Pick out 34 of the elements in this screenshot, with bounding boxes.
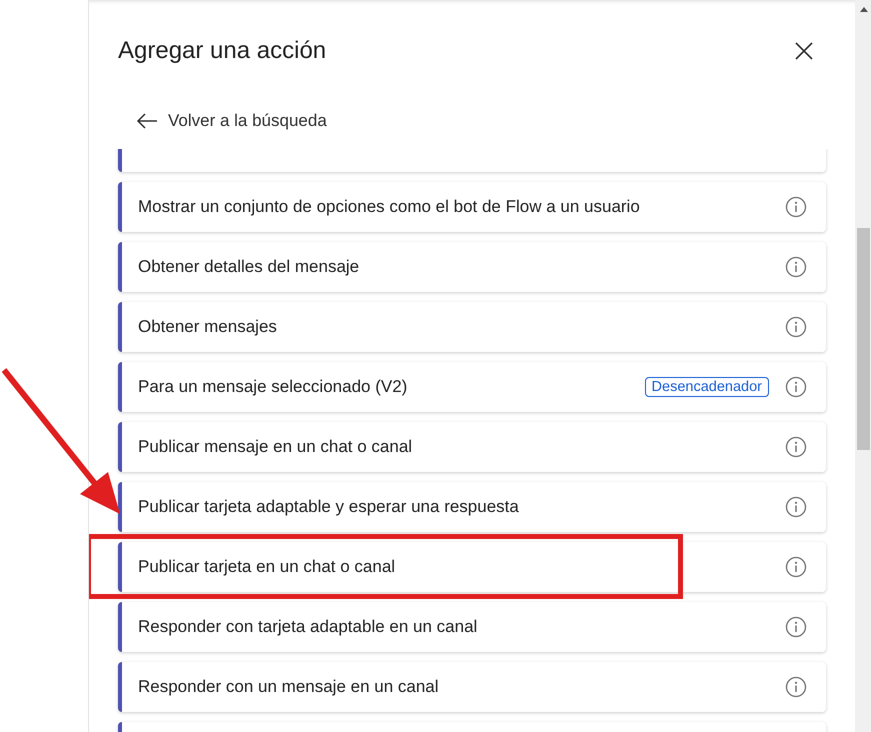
action-label: Mostrar un conjunto de opciones como el bot de Flow a un usuario bbox=[138, 197, 641, 217]
back-link[interactable]: Volver a la búsqueda bbox=[136, 108, 855, 134]
info-icon[interactable] bbox=[785, 196, 807, 218]
scrollbar-thumb[interactable] bbox=[857, 228, 870, 450]
info-icon[interactable] bbox=[785, 616, 807, 638]
action-item[interactable]: Mostrar un conjunto de opciones como el bot de Flow a un usuario bbox=[118, 182, 826, 232]
action-label: Responder con un mensaje en un canal bbox=[138, 677, 440, 697]
back-arrow-icon bbox=[136, 113, 158, 129]
action-item[interactable]: Responder con tarjeta adaptable en un canal bbox=[118, 602, 826, 652]
action-label: Obtener mensajes bbox=[138, 317, 278, 337]
trigger-badge: Desencadenador bbox=[644, 377, 769, 397]
info-icon[interactable] bbox=[785, 256, 807, 278]
action-label: Obtener detalles del mensaje bbox=[138, 257, 360, 277]
action-item[interactable]: Obtener mensajes bbox=[118, 302, 826, 352]
action-label: Publicar mensaje en un chat o canal bbox=[138, 437, 414, 457]
action-label: Publicar tarjeta adaptable y esperar una respuesta bbox=[138, 497, 520, 517]
action-item[interactable]: Obtener detalles del mensaje bbox=[118, 242, 826, 292]
action-item[interactable]: Para un mensaje seleccionado (V2) Desencadenador bbox=[118, 362, 826, 412]
info-icon[interactable] bbox=[785, 496, 807, 518]
panel-title: Agregar una acción bbox=[118, 37, 326, 65]
action-item[interactable]: Publicar tarjeta en un chat o canal bbox=[118, 542, 826, 592]
action-label: Para un mensaje seleccionado (V2) bbox=[138, 377, 408, 397]
action-label: Publicar tarjeta en un chat o canal bbox=[138, 557, 396, 577]
info-icon[interactable] bbox=[785, 316, 807, 338]
info-icon[interactable] bbox=[785, 436, 807, 458]
action-label: Responder con tarjeta adaptable en un canal bbox=[138, 617, 478, 637]
info-icon[interactable] bbox=[785, 556, 807, 578]
info-icon[interactable] bbox=[785, 376, 807, 398]
close-icon[interactable] bbox=[795, 42, 813, 60]
scroll-up-icon[interactable] bbox=[860, 6, 868, 12]
info-icon[interactable] bbox=[785, 676, 807, 698]
action-item[interactable]: Publicar mensaje en un chat o canal bbox=[118, 422, 826, 472]
action-item[interactable]: Publicar tarjeta adaptable y esperar una respuesta bbox=[118, 482, 826, 532]
action-item[interactable]: Responder con un mensaje en un canal bbox=[118, 662, 826, 712]
